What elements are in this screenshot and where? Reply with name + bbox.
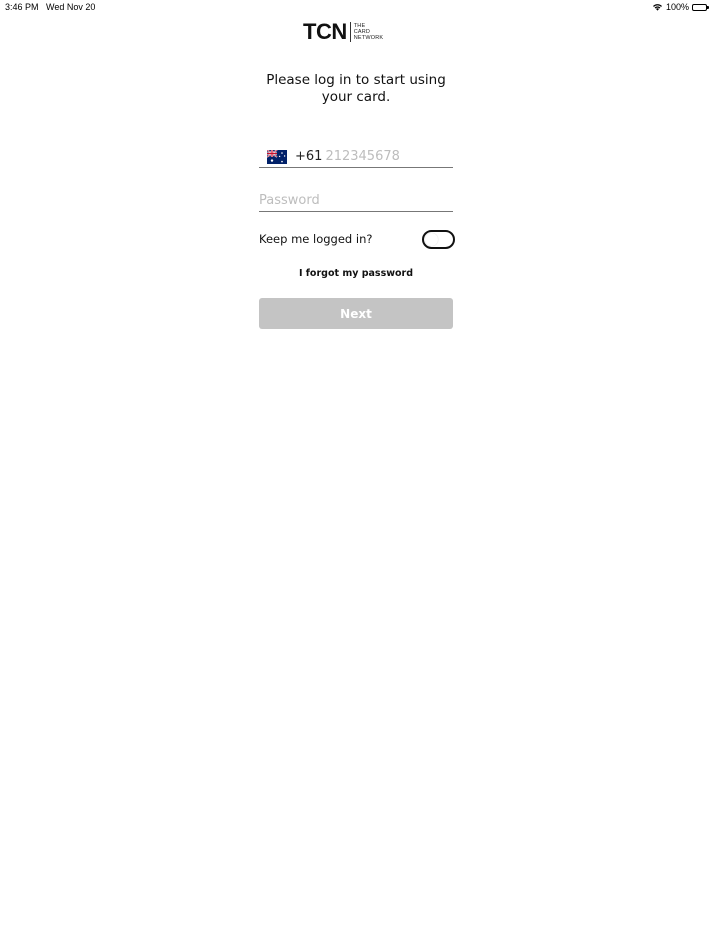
phone-number-input[interactable]: [325, 149, 446, 164]
status-time: 3:46 PM: [5, 2, 39, 12]
logo-mark: TCN: [303, 19, 347, 44]
battery-percent: 100%: [665, 2, 689, 12]
australia-flag-icon[interactable]: [267, 149, 287, 164]
next-button[interactable]: Next: [259, 298, 453, 329]
tcn-logo: TCN THE CARD NETWORK: [303, 19, 383, 45]
keep-logged-in-label: Keep me logged in?: [259, 232, 373, 246]
password-input[interactable]: [259, 190, 453, 210]
logo-divider: [349, 22, 351, 42]
login-heading: Please log in to start using your card.: [266, 72, 446, 105]
forgot-password-link[interactable]: I forgot my password: [259, 268, 453, 279]
phone-field[interactable]: +61: [259, 146, 453, 168]
keep-logged-in-toggle[interactable]: [422, 229, 455, 249]
status-date: Wed Nov 20: [46, 2, 96, 12]
wifi-icon: [652, 3, 663, 11]
password-field[interactable]: [259, 190, 453, 212]
logo-subtitle: THE CARD NETWORK: [354, 23, 384, 42]
logo-sub-line: NETWORK: [353, 35, 384, 42]
toggle-knob: [425, 232, 438, 246]
keep-logged-in-row: Keep me logged in?: [259, 228, 455, 250]
status-indicators: 100%: [652, 2, 709, 12]
country-code: +61: [295, 149, 323, 164]
battery-icon: [692, 3, 709, 11]
status-bar: 3:46 PM Wed Nov 20 100%: [0, 0, 712, 14]
